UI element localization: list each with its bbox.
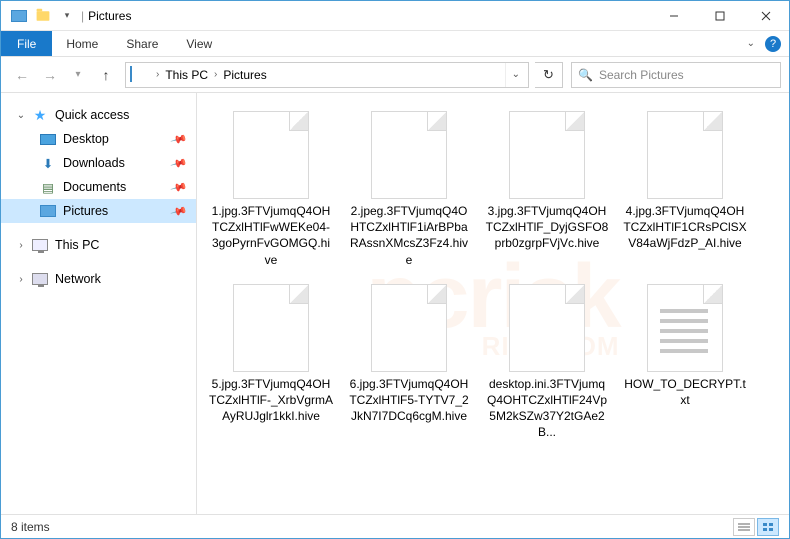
file-icon — [233, 284, 309, 372]
title-separator: | — [81, 9, 84, 23]
pictures-icon — [39, 204, 57, 218]
titlebar: ▾ | Pictures — [1, 1, 789, 31]
documents-icon: ▤ — [39, 180, 57, 194]
qat-dropdown-icon[interactable]: ▾ — [57, 7, 77, 25]
help-icon[interactable]: ? — [765, 36, 781, 52]
text-file-icon — [647, 284, 723, 372]
pin-icon: 📌 — [170, 178, 188, 196]
chevron-right-icon[interactable]: › — [210, 69, 221, 80]
chevron-right-icon[interactable]: › — [152, 69, 163, 80]
ribbon-expand-icon[interactable]: ⌄ — [747, 38, 755, 49]
chevron-right-icon[interactable]: › — [15, 274, 27, 285]
body: ⌄ ★ Quick access Desktop 📌 ⬇ Downloads 📌… — [1, 93, 789, 514]
file-item[interactable]: 1.jpg.3FTVjumqQ4OHTCZxlHTlFwWEKe04-3goPy… — [207, 105, 335, 274]
pin-icon: 📌 — [170, 130, 188, 148]
file-item[interactable]: 5.jpg.3FTVjumqQ4OHTCZxlHTlF-_XrbVgrmAAyR… — [207, 278, 335, 447]
pin-icon: 📌 — [170, 202, 188, 220]
explorer-window: ▾ | Pictures File Home Share View ⌄ ? ← … — [0, 0, 790, 539]
chevron-right-icon[interactable]: › — [15, 240, 27, 251]
file-label: HOW_TO_DECRYPT.txt — [623, 376, 747, 408]
sidebar-item-label: Documents — [63, 180, 126, 194]
desktop-icon — [39, 132, 57, 146]
file-item[interactable]: 3.jpg.3FTVjumqQ4OHTCZxlHTlF_DyjGSFO8prb0… — [483, 105, 611, 274]
sidebar-item-documents[interactable]: ▤ Documents 📌 — [1, 175, 196, 199]
file-label: 6.jpg.3FTVjumqQ4OHTCZxlHTlF5-TYTV7_2JkN7… — [347, 376, 471, 425]
back-button[interactable]: ← — [9, 62, 35, 88]
sidebar-item-label: Downloads — [63, 156, 125, 170]
icons-view-button[interactable] — [757, 518, 779, 536]
minimize-button[interactable] — [651, 1, 697, 31]
breadcrumb-thispc[interactable]: This PC — [163, 68, 210, 82]
forward-button[interactable]: → — [37, 62, 63, 88]
details-view-button[interactable] — [733, 518, 755, 536]
sidebar-item-label: Pictures — [63, 204, 108, 218]
share-tab[interactable]: Share — [112, 31, 172, 56]
file-item[interactable]: 4.jpg.3FTVjumqQ4OHTCZxlHTlF1CRsPClSXV84a… — [621, 105, 749, 274]
maximize-button[interactable] — [697, 1, 743, 31]
network-icon — [31, 272, 49, 286]
file-icon — [233, 111, 309, 199]
item-count: 8 items — [11, 520, 50, 534]
file-label: desktop.ini.3FTVjumqQ4OHTCZxlHTlF24Vp5M2… — [485, 376, 609, 441]
home-tab[interactable]: Home — [52, 31, 112, 56]
sidebar-item-label: This PC — [55, 238, 99, 252]
qat-item[interactable] — [33, 7, 53, 25]
file-label: 3.jpg.3FTVjumqQ4OHTCZxlHTlF_DyjGSFO8prb0… — [485, 203, 609, 252]
file-icon — [647, 111, 723, 199]
sidebar-item-quickaccess[interactable]: ⌄ ★ Quick access — [1, 103, 196, 127]
sidebar-item-thispc[interactable]: › This PC — [1, 233, 196, 257]
up-button[interactable]: ↑ — [93, 62, 119, 88]
file-label: 4.jpg.3FTVjumqQ4OHTCZxlHTlF1CRsPClSXV84a… — [623, 203, 747, 252]
file-icon — [509, 111, 585, 199]
pin-icon: 📌 — [170, 154, 188, 172]
navigation-pane[interactable]: ⌄ ★ Quick access Desktop 📌 ⬇ Downloads 📌… — [1, 93, 197, 514]
status-bar: 8 items — [1, 514, 789, 538]
sidebar-item-pictures[interactable]: Pictures 📌 — [1, 199, 196, 223]
file-icon — [509, 284, 585, 372]
quick-access-toolbar: ▾ — [9, 7, 77, 25]
window-title: Pictures — [88, 9, 131, 23]
sidebar-item-label: Network — [55, 272, 101, 286]
recent-locations-icon[interactable]: ▾ — [65, 62, 91, 88]
address-dropdown-icon[interactable]: ⌄ — [505, 63, 526, 87]
window-controls — [651, 1, 789, 31]
sidebar-item-label: Desktop — [63, 132, 109, 146]
file-item[interactable]: HOW_TO_DECRYPT.txt — [621, 278, 749, 447]
search-box[interactable]: 🔍 — [571, 62, 781, 88]
star-icon: ★ — [31, 108, 49, 122]
app-icon — [9, 7, 29, 25]
sidebar-item-network[interactable]: › Network — [1, 267, 196, 291]
address-bar[interactable]: › This PC › Pictures ⌄ — [125, 62, 529, 88]
ribbon-tabs: File Home Share View ⌄ ? — [1, 31, 789, 57]
file-item[interactable]: 2.jpeg.3FTVjumqQ4OHTCZxlHTlF1iArBPbaRAss… — [345, 105, 473, 274]
view-tab[interactable]: View — [172, 31, 226, 56]
file-icon — [371, 284, 447, 372]
file-label: 2.jpeg.3FTVjumqQ4OHTCZxlHTlF1iArBPbaRAss… — [347, 203, 471, 268]
refresh-button[interactable]: ↻ — [535, 62, 563, 88]
file-item[interactable]: desktop.ini.3FTVjumqQ4OHTCZxlHTlF24Vp5M2… — [483, 278, 611, 447]
search-input[interactable] — [599, 68, 774, 82]
pc-icon — [31, 238, 49, 252]
file-label: 1.jpg.3FTVjumqQ4OHTCZxlHTlFwWEKe04-3goPy… — [209, 203, 333, 268]
sidebar-item-downloads[interactable]: ⬇ Downloads 📌 — [1, 151, 196, 175]
sidebar-item-label: Quick access — [55, 108, 129, 122]
downloads-icon: ⬇ — [39, 156, 57, 170]
content-pane[interactable]: pcrisk RISK.COM 1.jpg.3FTVjumqQ4OHTCZxlH… — [197, 93, 789, 514]
file-grid: 1.jpg.3FTVjumqQ4OHTCZxlHTlFwWEKe04-3goPy… — [207, 105, 779, 447]
close-button[interactable] — [743, 1, 789, 31]
file-label: 5.jpg.3FTVjumqQ4OHTCZxlHTlF-_XrbVgrmAAyR… — [209, 376, 333, 425]
chevron-down-icon[interactable]: ⌄ — [15, 110, 27, 121]
navigation-bar: ← → ▾ ↑ › This PC › Pictures ⌄ ↻ 🔍 — [1, 57, 789, 93]
file-item[interactable]: 6.jpg.3FTVjumqQ4OHTCZxlHTlF5-TYTV7_2JkN7… — [345, 278, 473, 447]
sidebar-item-desktop[interactable]: Desktop 📌 — [1, 127, 196, 151]
breadcrumb-pictures[interactable]: Pictures — [221, 68, 268, 82]
file-tab[interactable]: File — [1, 31, 52, 56]
search-icon: 🔍 — [578, 68, 593, 82]
location-icon — [130, 67, 150, 83]
file-icon — [371, 111, 447, 199]
